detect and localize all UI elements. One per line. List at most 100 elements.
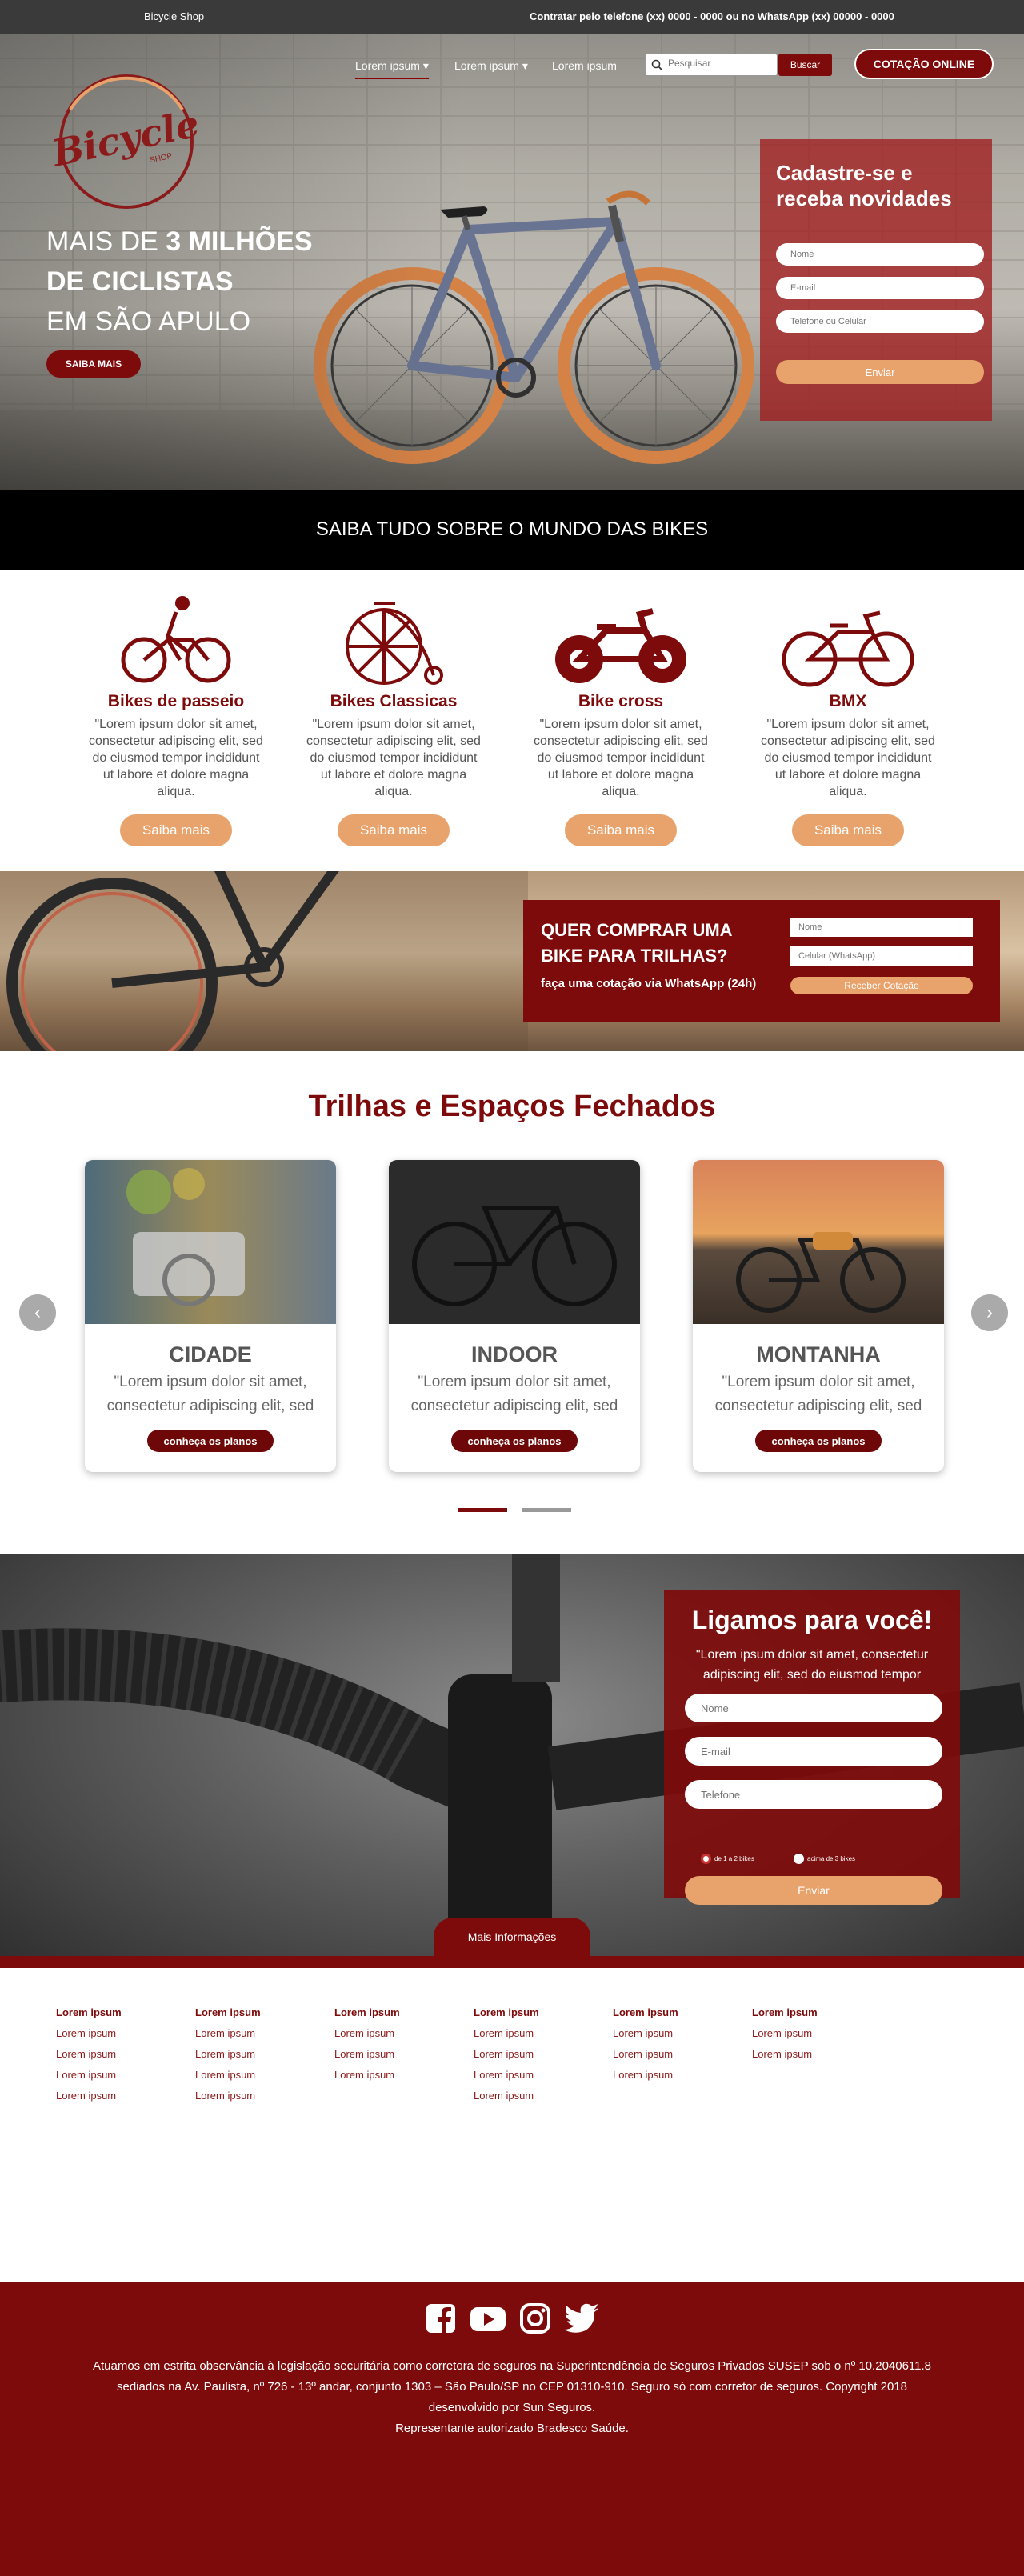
see-plans-button[interactable]: conheça os planos <box>147 1430 274 1452</box>
footer-link[interactable]: Lorem ipsum <box>56 2065 122 2086</box>
category-text: "Lorem ipsum dolor sit amet, consectetur… <box>534 718 708 798</box>
signup-title: Cadastre-se e receba novidades <box>776 161 952 210</box>
trail-whatsapp-field[interactable] <box>790 946 973 966</box>
footer-link[interactable]: Lorem ipsum <box>613 2044 678 2065</box>
category-text: "Lorem ipsum dolor sit amet, consectetur… <box>761 718 935 798</box>
contact-info: Contratar pelo telefone (xx) 0000 - 0000… <box>530 10 894 22</box>
twitter-icon[interactable] <box>563 2302 600 2335</box>
see-plans-button[interactable]: conheça os planos <box>451 1430 578 1452</box>
footer-link[interactable]: Lorem ipsum <box>56 2044 122 2065</box>
signup-email-field[interactable] <box>776 277 984 299</box>
card-title: INDOOR <box>471 1342 558 1366</box>
card-title: MONTANHA <box>756 1342 881 1366</box>
footer-heading: Lorem ipsum <box>56 2006 122 2018</box>
category-learn-more-button[interactable]: Saiba mais <box>120 814 232 846</box>
plan-card-cidade: CIDADE "Lorem ipsum dolor sit amet, cons… <box>85 1160 336 1472</box>
footer-link[interactable]: Lorem ipsum <box>474 2086 539 2106</box>
footer-link[interactable]: Lorem ipsum <box>613 2065 678 2086</box>
footer-links-col-5: Lorem ipsum Lorem ipsum Lorem ipsum Lore… <box>613 2002 678 2086</box>
carousel-next-button[interactable]: › <box>971 1294 1008 1331</box>
footer-link[interactable]: Lorem ipsum <box>752 2044 818 2065</box>
instagram-icon[interactable] <box>518 2302 552 2335</box>
footer-link[interactable]: Lorem ipsum <box>474 2044 539 2065</box>
footer-link[interactable]: Lorem ipsum <box>334 2023 400 2044</box>
footer-link[interactable]: Lorem ipsum <box>613 2023 678 2044</box>
mountain-bike-photo <box>693 1160 944 1324</box>
footer-link[interactable]: Lorem ipsum <box>195 2023 261 2044</box>
footer-link[interactable]: Lorem ipsum <box>334 2044 400 2065</box>
footer-link[interactable]: Lorem ipsum <box>474 2023 539 2044</box>
search-input[interactable] <box>668 58 772 69</box>
footer-link[interactable]: Lorem ipsum <box>195 2086 261 2106</box>
signup-name-field[interactable] <box>776 243 984 266</box>
card-text: "Lorem ipsum dolor sit amet, consectetur… <box>714 1374 922 1414</box>
call-phone-field[interactable] <box>685 1780 942 1809</box>
trail-bike-banner: QUER COMPRAR UMA BIKE PARA TRILHAS? faça … <box>0 871 1024 1051</box>
online-quote-button[interactable]: COTAÇÃO ONLINE <box>854 49 994 79</box>
call-email-field[interactable] <box>685 1737 942 1766</box>
category-text: "Lorem ipsum dolor sit amet, consectetur… <box>306 718 481 798</box>
svg-text:Bicycle: Bicycle <box>47 102 203 175</box>
plan-card-montanha: MONTANHA "Lorem ipsum dolor sit amet, co… <box>693 1160 944 1472</box>
category-bikes-classicas: Bikes Classicas "Lorem ipsum dolor sit a… <box>306 592 482 846</box>
shop-name: Bicycle Shop <box>144 10 205 22</box>
plan-card-indoor: INDOOR "Lorem ipsum dolor sit amet, cons… <box>389 1160 640 1472</box>
footer-link[interactable]: Lorem ipsum <box>56 2023 122 2044</box>
footer-heading: Lorem ipsum <box>752 2006 818 2018</box>
city-bike-photo <box>85 1160 336 1324</box>
indoor-bike-photo <box>389 1160 640 1324</box>
option-3-plus-bikes-radio[interactable]: acima de 3 bikes <box>794 1854 855 1864</box>
site-footer: Atuamos em estrita observância à legisla… <box>0 2282 1024 2576</box>
footer-link[interactable]: Lorem ipsum <box>752 2023 818 2044</box>
chevron-left-icon: ‹ <box>34 1302 41 1323</box>
chevron-down-icon: ▾ <box>522 59 528 72</box>
call-title: Ligamos para você! <box>691 1606 933 1634</box>
footer-link[interactable]: Lorem ipsum <box>56 2086 122 2106</box>
nav-item-2[interactable]: Lorem ipsum ▾ <box>454 59 528 73</box>
bicycle-shop-logo[interactable]: Bicycle SHOP <box>46 62 206 222</box>
category-title: Bikes Classicas <box>330 692 458 710</box>
see-plans-button[interactable]: conheça os planos <box>755 1430 882 1452</box>
category-learn-more-button[interactable]: Saiba mais <box>338 814 450 846</box>
cross-bike-icon <box>555 608 686 683</box>
trail-quote-form: QUER COMPRAR UMA BIKE PARA TRILHAS? faça … <box>523 900 1000 1022</box>
hero-section: Lorem ipsum ▾ Lorem ipsum ▾ Lorem ipsum … <box>0 34 1024 490</box>
carousel-prev-button[interactable]: ‹ <box>19 1294 56 1331</box>
category-bike-cross: Bike cross "Lorem ipsum dolor sit amet, … <box>533 592 709 846</box>
nav-item-3[interactable]: Lorem ipsum <box>552 59 617 72</box>
call-name-field[interactable] <box>685 1694 942 1722</box>
category-bmx: BMX "Lorem ipsum dolor sit amet, consect… <box>760 592 936 846</box>
footer-link[interactable]: Lorem ipsum <box>474 2065 539 2086</box>
footer-link[interactable]: Lorem ipsum <box>195 2065 261 2086</box>
category-learn-more-button[interactable]: Saiba mais <box>792 814 904 846</box>
trail-quote-button[interactable]: Receber Cotação <box>790 977 973 994</box>
footer-links-col-2: Lorem ipsum Lorem ipsum Lorem ipsum Lore… <box>195 2002 261 2106</box>
facebook-icon[interactable] <box>424 2302 458 2335</box>
footer-links-col-6: Lorem ipsum Lorem ipsum Lorem ipsum <box>752 2002 818 2065</box>
penny-farthing-icon <box>346 602 443 685</box>
call-text: "Lorem ipsum dolor sit amet, consectetur… <box>695 1648 929 1682</box>
search-button[interactable]: Buscar <box>778 54 832 76</box>
trail-name-field[interactable] <box>790 918 973 937</box>
carousel-dot-1[interactable] <box>458 1508 507 1512</box>
call-back-form: Ligamos para você! "Lorem ipsum dolor si… <box>664 1590 960 1905</box>
carousel-dot-2[interactable] <box>522 1508 571 1512</box>
signup-phone-field[interactable] <box>776 310 984 333</box>
call-submit-button[interactable]: Enviar <box>685 1876 942 1905</box>
hero-learn-more-button[interactable]: SAIBA MAIS <box>46 350 141 378</box>
footer-heading: Lorem ipsum <box>613 2006 678 2018</box>
footer-heading: Lorem ipsum <box>195 2006 261 2018</box>
call-back-section: Ligamos para você! "Lorem ipsum dolor si… <box>0 1554 1024 1968</box>
youtube-icon[interactable] <box>469 2302 507 2335</box>
card-text: "Lorem ipsum dolor sit amet, consectetur… <box>106 1374 314 1414</box>
footer-link[interactable]: Lorem ipsum <box>334 2065 400 2086</box>
option-1-2-bikes-radio[interactable]: de 1 a 2 bikes <box>701 1854 754 1864</box>
footer-links-col-3: Lorem ipsum Lorem ipsum Lorem ipsum Lore… <box>334 2002 400 2086</box>
nav-item-1[interactable]: Lorem ipsum ▾ <box>355 59 429 79</box>
footer-link[interactable]: Lorem ipsum <box>195 2044 261 2065</box>
section-divider <box>0 1956 1024 1968</box>
more-info-tab[interactable]: Mais Informações <box>434 1918 590 1956</box>
card-text: "Lorem ipsum dolor sit amet, consectetur… <box>410 1374 618 1414</box>
signup-submit-button[interactable]: Enviar <box>776 360 984 384</box>
category-learn-more-button[interactable]: Saiba mais <box>565 814 677 846</box>
